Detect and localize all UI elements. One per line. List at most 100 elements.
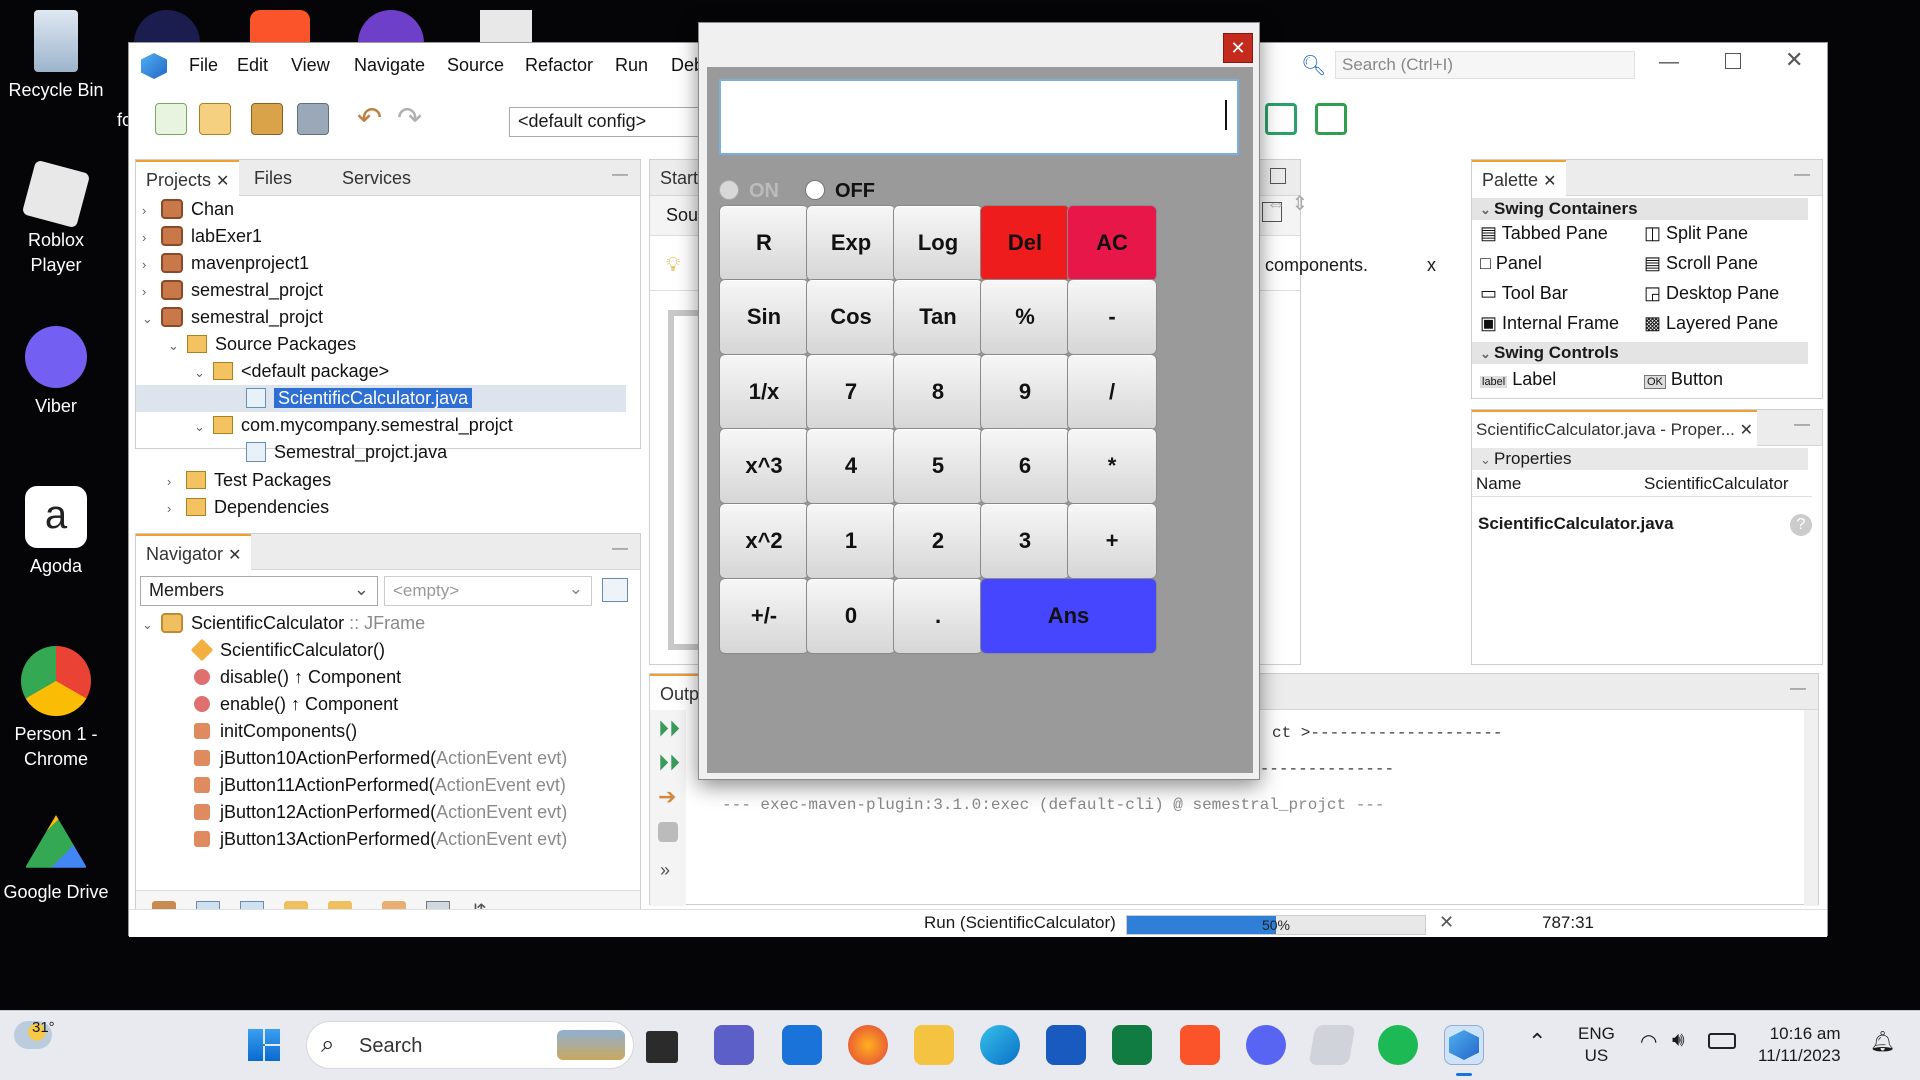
tree-item[interactable]: jButton12ActionPerformed(ActionEvent evt… <box>194 799 567 826</box>
chevron-up-icon[interactable]: ⌃ <box>1528 1029 1546 1055</box>
digit-8-button[interactable]: 8 <box>893 354 983 430</box>
rerun-icon[interactable]: ⏵⏵ <box>658 716 680 742</box>
digit-6-button[interactable]: 6 <box>980 428 1070 504</box>
edge-icon[interactable] <box>980 1025 1020 1065</box>
spotify-icon[interactable] <box>1378 1025 1418 1065</box>
property-value[interactable]: ScientificCalculator <box>1644 474 1789 494</box>
tab-navigator[interactable]: Navigator ✕ <box>136 534 252 570</box>
digit-2-button[interactable]: 2 <box>893 503 983 579</box>
tree-item[interactable]: jButton13ActionPerformed(ActionEvent evt… <box>194 826 567 853</box>
radio-on[interactable]: ON <box>719 180 779 203</box>
digit-1-button[interactable]: 1 <box>806 503 896 579</box>
palette-item[interactable]: □ Panel <box>1480 250 1542 277</box>
new-project-icon[interactable] <box>199 103 231 135</box>
roblox-taskbar-icon[interactable] <box>1308 1025 1356 1065</box>
taskbar-search[interactable]: ⌕ Search <box>306 1021 634 1069</box>
desktop-icon-chrome[interactable]: Person 1 - Chrome <box>0 646 112 772</box>
file-explorer-icon[interactable] <box>914 1025 954 1065</box>
search-icon[interactable]: 🔍︎ <box>1301 53 1326 78</box>
exp-button[interactable]: Exp <box>806 205 896 281</box>
filter-select[interactable]: <empty> ⌄ <box>384 576 592 606</box>
tab-files[interactable]: Files <box>244 160 302 196</box>
menu-refactor[interactable]: Refactor <box>525 55 593 76</box>
tree-item-selected[interactable]: ScientificCalculator.java <box>136 385 626 412</box>
multiply-button[interactable]: * <box>1067 428 1157 504</box>
ans-button[interactable]: Ans <box>980 578 1157 654</box>
minimize-panel-icon[interactable]: — <box>1790 680 1806 698</box>
scrollbar[interactable] <box>1804 710 1818 906</box>
settings-icon[interactable] <box>658 822 678 842</box>
palette-group[interactable]: ⌄ Swing Controls <box>1472 342 1808 364</box>
clock[interactable]: 10:16 am 11/11/2023 <box>1758 1023 1841 1067</box>
tree-item[interactable]: ⌄ Source Packages <box>168 331 356 358</box>
mail-icon[interactable] <box>782 1025 822 1065</box>
desktop-icon-recycle-bin[interactable]: Recycle Bin <box>0 10 112 103</box>
language-indicator[interactable]: ENG US <box>1578 1023 1615 1067</box>
ac-button[interactable]: AC <box>1067 205 1157 281</box>
task-view-icon[interactable] <box>646 1031 678 1063</box>
desktop-icon-google-drive[interactable]: Google Drive <box>0 812 112 905</box>
digit-9-button[interactable]: 9 <box>980 354 1070 430</box>
digit-4-button[interactable]: 4 <box>806 428 896 504</box>
tree-item[interactable]: › Test Packages <box>167 467 331 494</box>
palette-item[interactable]: ◲ Desktop Pane <box>1644 280 1779 307</box>
palette-item[interactable]: ▭ Tool Bar <box>1480 280 1568 307</box>
notification-icon[interactable]: 🔔︎ <box>1870 1029 1895 1054</box>
maximize-button[interactable] <box>1725 53 1741 69</box>
cos-button[interactable]: Cos <box>806 279 896 355</box>
digit-3-button[interactable]: 3 <box>980 503 1070 579</box>
close-icon[interactable]: ✕ <box>1543 173 1556 190</box>
tree-item[interactable]: › Chan <box>142 196 234 223</box>
teams-icon[interactable] <box>714 1025 754 1065</box>
palette-item[interactable]: ◫ Split Pane <box>1644 220 1748 247</box>
digit-7-button[interactable]: 7 <box>806 354 896 430</box>
tree-item[interactable]: › labExer1 <box>142 223 262 250</box>
weather-temp[interactable]: 31° <box>32 1019 55 1036</box>
divide-button[interactable]: / <box>1067 354 1157 430</box>
close-icon[interactable]: ✕ <box>1223 33 1253 63</box>
new-file-icon[interactable] <box>155 103 187 135</box>
calculator-display[interactable] <box>719 79 1239 155</box>
redo-icon[interactable]: ↷ <box>397 103 429 135</box>
close-icon[interactable]: ✕ <box>216 173 229 190</box>
radio-off[interactable]: OFF <box>805 180 875 203</box>
minimize-button[interactable]: — <box>1659 51 1679 74</box>
tab-services[interactable]: Services <box>332 160 421 196</box>
tab-projects[interactable]: Projects ✕ <box>136 160 240 196</box>
profile-file-icon[interactable] <box>1315 103 1347 135</box>
netbeans-taskbar-icon[interactable] <box>1444 1025 1484 1065</box>
tree-item[interactable]: Semestral_projct.java <box>246 439 447 466</box>
menu-run[interactable]: Run <box>615 55 648 76</box>
del-button[interactable]: Del <box>980 205 1070 281</box>
menu-source[interactable]: Source <box>447 55 504 76</box>
palette-group[interactable]: ⌄ Swing Containers <box>1472 198 1808 220</box>
discord-icon[interactable] <box>1246 1025 1286 1065</box>
reciprocal-button[interactable]: 1/x <box>719 354 809 430</box>
minimize-panel-icon[interactable]: — <box>612 540 628 558</box>
tab-properties[interactable]: ScientificCalculator.java - Proper... ✕ <box>1472 410 1758 446</box>
palette-item[interactable]: ▣ Internal Frame <box>1480 310 1619 337</box>
tree-item[interactable]: initComponents() <box>194 718 357 745</box>
tree-item[interactable]: ScientificCalculator() <box>190 637 385 664</box>
tree-item[interactable]: jButton11ActionPerformed(ActionEvent evt… <box>194 772 566 799</box>
hint-close[interactable]: x <box>1427 255 1436 276</box>
close-icon[interactable]: ✕ <box>228 547 241 564</box>
more-icon[interactable]: » <box>660 860 670 881</box>
layout-icon[interactable] <box>602 578 628 602</box>
tree-item[interactable]: › Dependencies <box>167 494 329 521</box>
close-icon[interactable]: ✕ <box>1740 422 1753 439</box>
tree-item[interactable]: ⌄ ScientificCalculator :: JFrame <box>142 610 425 637</box>
save-all-icon[interactable] <box>297 103 329 135</box>
menu-file[interactable]: File <box>189 55 218 76</box>
log-button[interactable]: Log <box>893 205 983 281</box>
menu-view[interactable]: View <box>291 55 330 76</box>
close-window-button[interactable]: ✕ <box>1785 47 1803 73</box>
volume-icon[interactable]: 🔊︎ <box>1672 1029 1685 1052</box>
cube-button[interactable]: x^3 <box>719 428 809 504</box>
tab-palette[interactable]: Palette ✕ <box>1472 160 1567 196</box>
undo-icon[interactable]: ↶ <box>357 103 389 135</box>
desktop-icon-viber[interactable]: Viber <box>0 326 112 419</box>
cancel-run-icon[interactable]: ✕ <box>1439 912 1454 933</box>
tree-item[interactable]: enable() ↑ Component <box>194 691 398 718</box>
sin-button[interactable]: Sin <box>719 279 809 355</box>
